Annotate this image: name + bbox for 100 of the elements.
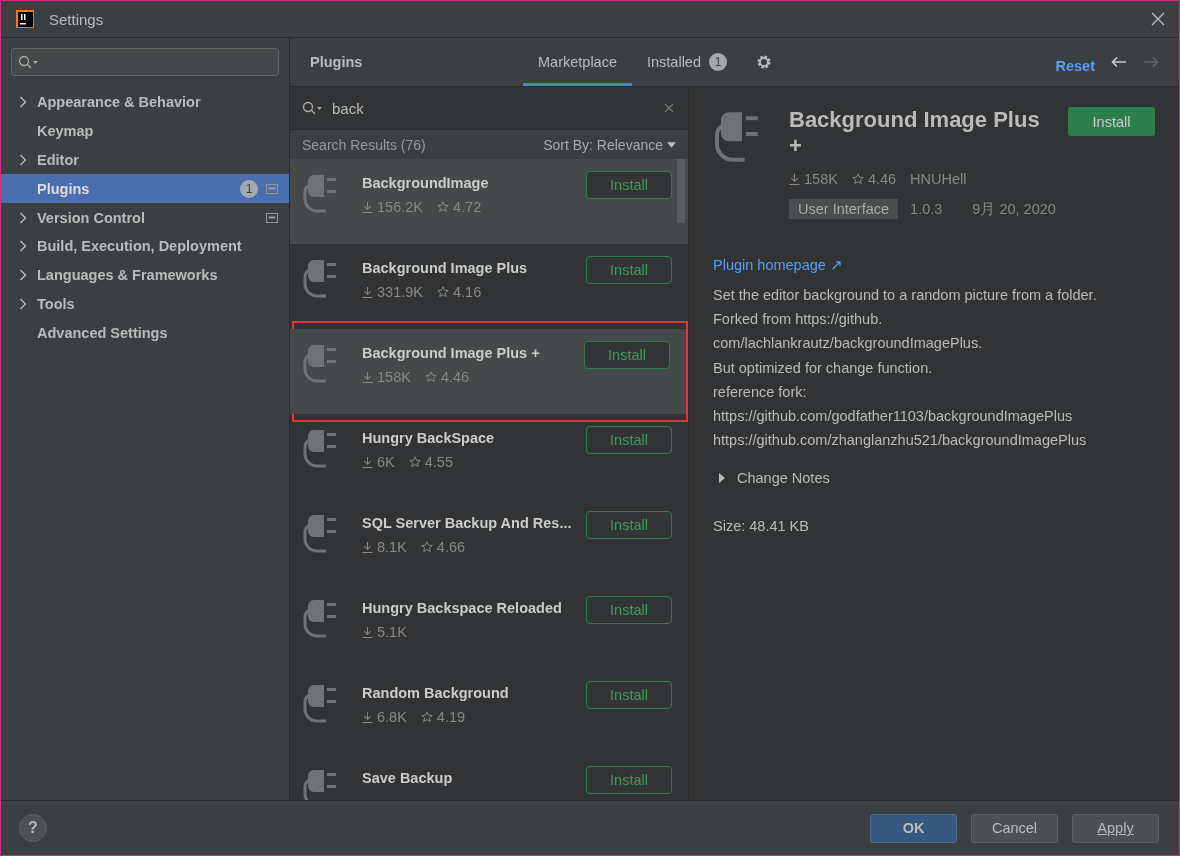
results-count: Search Results (76)	[302, 136, 426, 153]
rating: 4.46	[867, 171, 897, 187]
plugin-row[interactable]: SQL Server Backup And Res... 8.1K 4.66 Install	[290, 499, 688, 584]
download-count: 156.2K	[377, 199, 423, 215]
dialog-button[interactable]: OK	[870, 813, 957, 843]
install-button[interactable]: Install	[586, 511, 672, 539]
dialog-button[interactable]: Apply	[1072, 813, 1159, 843]
plugin-row[interactable]: Hungry BackSpace 6K 4.55 Install	[290, 414, 688, 499]
release-date: 9月 20, 2020	[972, 199, 1056, 219]
sidebar-item[interactable]: Plugins 1	[1, 174, 289, 204]
install-button[interactable]: Install	[584, 341, 670, 369]
sidebar-item[interactable]: Tools	[1, 289, 289, 319]
star-icon	[424, 371, 437, 383]
dialog-button[interactable]: Cancel	[971, 813, 1058, 843]
star-icon	[851, 173, 864, 185]
plugin-row[interactable]: BackgroundImage 156.2K 4.72 Install	[290, 159, 688, 244]
description-line: com/lachlankrautz/backgroundImagePlus.	[713, 334, 984, 354]
download-count: 158K	[804, 171, 838, 187]
description-line: https://github.com/godfather1103/backgroundImagePlus	[713, 407, 1074, 426]
star-icon	[420, 711, 433, 723]
caret-icon	[667, 141, 676, 148]
search-field[interactable]	[11, 48, 279, 76]
plugin-name: Hungry BackSpace	[362, 430, 496, 446]
download-icon	[362, 541, 373, 553]
sidebar-item[interactable]: Languages & Frameworks	[1, 260, 289, 290]
app-logo-icon	[15, 9, 35, 29]
rating: 4.55	[424, 454, 453, 470]
plugin-name: Background Image Plus +	[362, 345, 541, 361]
back-arrow-icon[interactable]	[1111, 56, 1127, 68]
install-button[interactable]: Install	[586, 171, 672, 199]
sidebar-item[interactable]: Appearance & Behavior	[1, 88, 289, 117]
download-count: 331.9K	[377, 284, 423, 300]
plugin-name: Save Backup	[362, 770, 454, 786]
download-icon	[362, 371, 373, 383]
change-notes-toggle[interactable]: Change Notes	[713, 470, 1155, 487]
chevron-right-icon	[19, 240, 27, 253]
sort-dropdown[interactable]: Sort By: Relevance	[543, 136, 676, 153]
plugin-row[interactable]: Random Background 6.8K 4.19 Install	[290, 669, 688, 754]
star-icon	[436, 201, 449, 213]
sidebar-item[interactable]: Version Control	[1, 203, 289, 232]
search-icon	[18, 55, 40, 69]
search-icon	[302, 101, 324, 115]
close-icon[interactable]	[1151, 12, 1165, 26]
sidebar-item[interactable]: Keymap	[1, 116, 289, 146]
install-button[interactable]: Install	[586, 596, 672, 624]
tab[interactable]: Installed 1	[632, 38, 742, 86]
scrollbar[interactable]	[677, 159, 685, 223]
plugin-title: Background Image Plus	[789, 107, 1040, 133]
download-icon	[362, 456, 373, 468]
install-button[interactable]: Install	[586, 426, 672, 454]
help-button[interactable]: ?	[19, 814, 47, 842]
plugin-row[interactable]: Save Backup Install	[290, 754, 688, 800]
settings-icon[interactable]	[756, 54, 772, 70]
plugin-size: Size: 48.41 KB	[713, 518, 810, 535]
install-button[interactable]: Install	[586, 681, 672, 709]
star-icon	[436, 286, 449, 298]
plugin-name: Hungry Backspace Reloaded	[362, 600, 563, 616]
reset-link[interactable]: Reset	[1055, 58, 1095, 74]
download-icon	[362, 711, 373, 723]
download-count: 8.1K	[377, 539, 407, 555]
description-line: Forked from https://github.	[713, 310, 884, 330]
star-icon	[420, 541, 433, 553]
project-scope-icon	[266, 212, 278, 223]
chevron-right-icon	[19, 269, 27, 282]
sidebar-item[interactable]: Editor	[1, 145, 289, 175]
forward-arrow-icon[interactable]	[1143, 56, 1159, 68]
rating: 4.66	[436, 539, 466, 555]
chevron-right-icon	[19, 211, 27, 224]
plugin-name: SQL Server Backup And Res...	[362, 515, 573, 531]
plugin-row[interactable]: Background Image Plus + 158K 4.46 Install	[290, 329, 686, 414]
count-badge: 1	[240, 179, 258, 198]
chevron-right-icon	[19, 154, 27, 166]
download-icon	[789, 173, 800, 185]
sidebar-item[interactable]: Advanced Settings	[1, 318, 289, 348]
install-button[interactable]: Install	[586, 256, 672, 284]
download-count: 6K	[377, 454, 395, 470]
plugin-name: Random Background	[362, 685, 510, 701]
plugin-row[interactable]: Background Image Plus 331.9K 4.16 Install	[290, 244, 688, 329]
plugin-name: BackgroundImage	[362, 175, 490, 191]
install-button[interactable]: Install	[1068, 107, 1155, 136]
homepage-link[interactable]: Plugin homepage ↗	[713, 257, 1155, 273]
plugin-row[interactable]: Hungry Backspace Reloaded 5.1K Install	[290, 584, 688, 669]
version: 1.0.3	[910, 201, 943, 217]
rating: 4.16	[452, 284, 482, 300]
rating: 4.72	[452, 199, 482, 215]
chevron-right-icon	[19, 96, 27, 109]
description-line: reference fork:	[713, 382, 808, 402]
search-field[interactable]: back	[330, 98, 658, 118]
sidebar-item[interactable]: Build, Execution, Deployment	[1, 232, 289, 261]
clear-icon[interactable]	[664, 103, 674, 113]
window-title: Settings	[49, 10, 104, 28]
download-icon	[362, 201, 373, 213]
section-title: Plugins	[310, 54, 364, 70]
star-icon	[408, 456, 421, 468]
download-icon	[362, 626, 373, 638]
category-tag[interactable]: User Interface	[789, 199, 899, 219]
author: HNUHell	[910, 171, 967, 187]
install-button[interactable]: Install	[586, 766, 672, 794]
plugin-name: Background Image Plus	[362, 260, 529, 276]
description-line: https://github.com/zhanglanzhu521/backgroundImagePlus	[713, 431, 1088, 451]
